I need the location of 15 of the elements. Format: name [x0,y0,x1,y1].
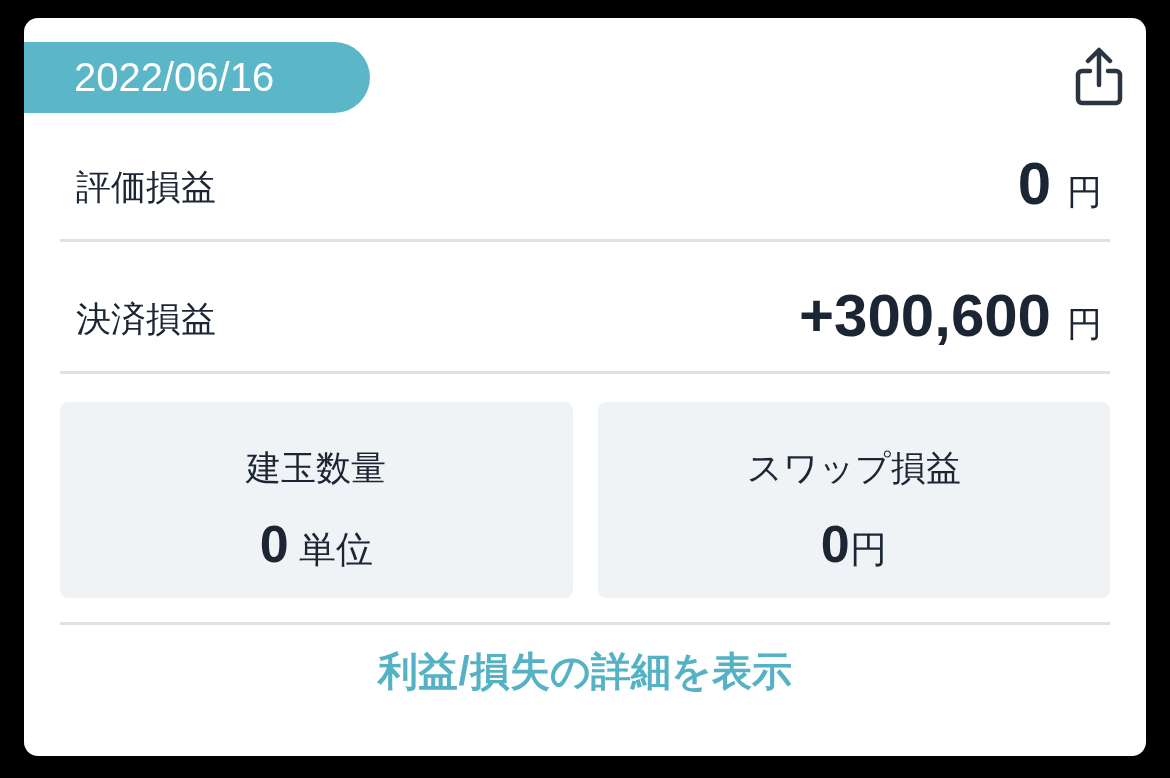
tile-value: 0 [820,513,850,575]
tile-label: 建玉数量 [246,447,387,489]
tile-label: スワップ損益 [746,447,961,489]
details-link[interactable]: 利益/損失の詳細を表示 [378,649,792,693]
currency-unit: 円 [1067,171,1102,213]
date-badge: 2022/06/16 [24,42,370,113]
tile-value: 0 [259,513,289,575]
amount-value: 0 [1017,149,1051,219]
share-icon[interactable] [1074,47,1124,107]
amount-value: +300,600 [799,281,1051,351]
currency-unit: 円 [1067,303,1102,345]
tile-unit: 単位 [298,527,373,572]
row-label: 決済損益 [76,297,216,340]
row-label: 評価損益 [76,165,216,208]
tile-unit: 円 [849,527,887,572]
